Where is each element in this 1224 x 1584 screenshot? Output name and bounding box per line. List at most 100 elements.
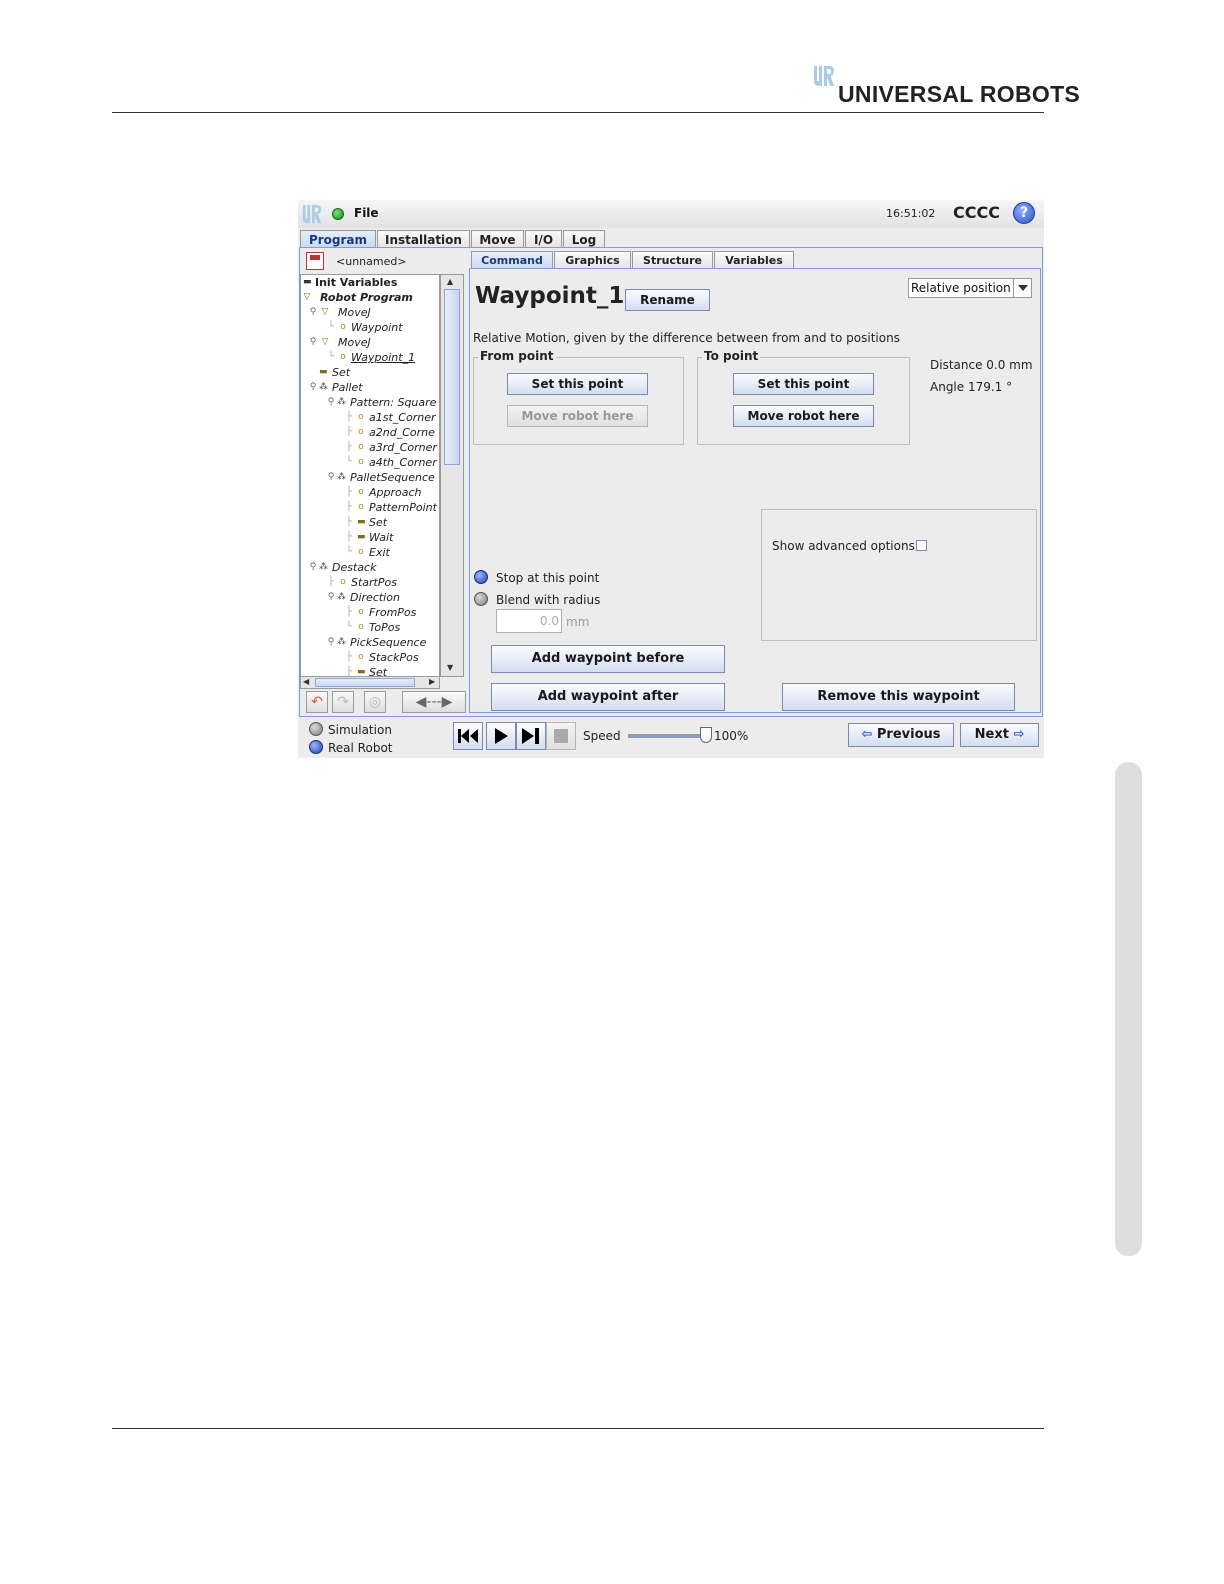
tree-node[interactable]: ├ o a3rd_Corner bbox=[345, 440, 437, 455]
to-move-robot-button[interactable]: Move robot here bbox=[733, 405, 874, 427]
tab-command[interactable]: Command bbox=[471, 251, 553, 269]
tree-node-selected[interactable]: └ o Waypoint_1 bbox=[327, 350, 423, 365]
tree-node[interactable]: ▽ Robot Program bbox=[303, 290, 413, 305]
tree-node[interactable]: ├ o a1st_Corner bbox=[345, 410, 435, 425]
tab-structure[interactable]: Structure bbox=[632, 251, 713, 269]
tree-node[interactable]: ⚲ ⁂ PalletSequence bbox=[327, 470, 435, 485]
tab-move[interactable]: Move bbox=[471, 230, 524, 248]
tree-node[interactable]: ⚲ ▽ MoveJ bbox=[309, 305, 371, 320]
scroll-right-icon[interactable]: ▶ bbox=[429, 677, 435, 686]
position-type-value: Relative position bbox=[911, 281, 1011, 295]
scroll-left-icon[interactable]: ◀ bbox=[303, 677, 309, 686]
add-waypoint-before-button[interactable]: Add waypoint before bbox=[491, 645, 725, 673]
program-tree[interactable]: ▬ Init Variables ▽ Robot Program ⚲ ▽ Mov… bbox=[300, 274, 440, 677]
tree-vertical-scrollbar[interactable]: ▲ ▼ bbox=[440, 274, 464, 677]
advanced-options-checkbox[interactable] bbox=[916, 540, 927, 551]
tree-node[interactable]: ▬ Set bbox=[319, 365, 350, 380]
tree-node[interactable]: ├ o StartPos bbox=[327, 575, 397, 590]
blend-radius-input[interactable]: 0.0 bbox=[496, 609, 562, 633]
tree-node[interactable]: ⚲ ⁂ Destack bbox=[309, 560, 377, 575]
branch-line-icon: ├ bbox=[346, 412, 352, 422]
tree-node[interactable]: └ o ToPos bbox=[345, 620, 400, 635]
waypoint-icon: o bbox=[358, 457, 364, 467]
save-icon[interactable] bbox=[306, 252, 324, 270]
simulation-radio[interactable] bbox=[309, 722, 323, 736]
tree-node[interactable]: ⚲ ▽ MoveJ bbox=[309, 335, 371, 350]
chevron-down-icon[interactable] bbox=[1013, 279, 1031, 297]
branch-line-icon: └ bbox=[346, 547, 352, 557]
tree-node[interactable]: ├ o PatternPoint bbox=[345, 500, 437, 515]
bar-icon: ▬ bbox=[357, 517, 366, 527]
to-set-point-button[interactable]: Set this point bbox=[733, 373, 874, 395]
tree-node[interactable]: ⚲ ⁂ Direction bbox=[327, 590, 400, 605]
advanced-options-box: Show advanced options bbox=[761, 509, 1037, 641]
redo-icon[interactable]: ↷ bbox=[332, 691, 354, 713]
angle-readout: Angle 179.1 ° bbox=[930, 380, 1013, 394]
help-icon[interactable]: ? bbox=[1013, 202, 1035, 224]
to-point-title: To point bbox=[702, 349, 761, 363]
tab-graphics[interactable]: Graphics bbox=[554, 251, 631, 269]
tree-node[interactable]: ⚲ ⁂ Pattern: Square bbox=[327, 395, 437, 410]
tree-node[interactable]: ⚲ ⁂ PickSequence bbox=[327, 635, 427, 650]
tree-node[interactable]: └ o a4th_Corner bbox=[345, 455, 436, 470]
tree-node[interactable]: ├ o Approach bbox=[345, 485, 421, 500]
stop-icon bbox=[554, 729, 568, 743]
file-menu[interactable]: File bbox=[354, 206, 379, 220]
tree-node[interactable]: ├ ▬ Wait bbox=[345, 530, 393, 545]
speed-slider[interactable] bbox=[628, 734, 706, 738]
tree-node[interactable]: ├ ▬ Set bbox=[345, 515, 387, 530]
step-button[interactable] bbox=[516, 722, 546, 750]
stop-button[interactable] bbox=[546, 722, 576, 750]
speed-slider-fill bbox=[629, 735, 705, 737]
tree-node[interactable]: ▬ Init Variables bbox=[303, 275, 397, 290]
simulation-label: Simulation bbox=[328, 723, 392, 737]
to-point-group: To point Set this point Move robot here bbox=[697, 349, 910, 445]
from-move-robot-button[interactable]: Move robot here bbox=[507, 405, 648, 427]
scroll-down-icon[interactable]: ▼ bbox=[447, 663, 453, 672]
waypoint-icon: o bbox=[340, 322, 346, 332]
branch-line-icon: ├ bbox=[346, 427, 352, 437]
tab-log[interactable]: Log bbox=[563, 230, 605, 248]
add-waypoint-after-button[interactable]: Add waypoint after bbox=[491, 683, 725, 711]
scroll-thumb[interactable] bbox=[444, 289, 460, 465]
position-type-select[interactable]: Relative position bbox=[908, 278, 1032, 298]
tab-variables[interactable]: Variables bbox=[714, 251, 794, 269]
tree-node[interactable]: ├ o StackPos bbox=[345, 650, 418, 665]
tab-program[interactable]: Program bbox=[300, 230, 376, 248]
tree-node[interactable]: ⚲ ⁂ Pallet bbox=[309, 380, 363, 395]
tab-io[interactable]: I/O bbox=[525, 230, 562, 248]
scroll-up-icon[interactable]: ▲ bbox=[447, 277, 453, 286]
stop-label: Stop at this point bbox=[496, 571, 600, 585]
play-icon bbox=[495, 728, 508, 744]
next-button[interactable]: Next ⇨ bbox=[960, 723, 1039, 747]
bar-icon: ▬ bbox=[357, 532, 366, 542]
play-button[interactable] bbox=[486, 722, 516, 750]
tree-node[interactable]: ├ o a2nd_Corne bbox=[345, 425, 435, 440]
from-set-point-button[interactable]: Set this point bbox=[507, 373, 648, 395]
pallet-icon: ⁂ bbox=[337, 592, 346, 602]
real-robot-radio[interactable] bbox=[309, 740, 323, 754]
header-rule bbox=[112, 112, 1044, 113]
remove-waypoint-button[interactable]: Remove this waypoint bbox=[782, 683, 1015, 711]
branch-line-icon: ├ bbox=[346, 442, 352, 452]
connector-icon: ⚲ bbox=[327, 592, 335, 602]
suppress-icon[interactable]: ◎ bbox=[364, 691, 386, 713]
stop-radio[interactable] bbox=[474, 570, 488, 584]
rewind-button[interactable] bbox=[453, 722, 483, 750]
tree-horizontal-scrollbar[interactable]: ◀ ▶ bbox=[300, 676, 440, 689]
tree-node[interactable]: └ o Exit bbox=[345, 545, 390, 560]
blend-radio[interactable] bbox=[474, 592, 488, 606]
move-node-icon[interactable]: ◀---▶ bbox=[402, 691, 466, 713]
undo-icon[interactable]: ↶ bbox=[306, 691, 328, 713]
footer-rule bbox=[112, 1428, 1044, 1429]
pallet-icon: ⁂ bbox=[337, 637, 346, 647]
rename-button[interactable]: Rename bbox=[625, 289, 710, 311]
h-scroll-thumb[interactable] bbox=[315, 678, 415, 687]
tree-node[interactable]: └ o Waypoint bbox=[327, 320, 402, 335]
advanced-options-label: Show advanced options bbox=[772, 539, 915, 553]
speed-slider-thumb[interactable] bbox=[700, 727, 712, 743]
tab-installation[interactable]: Installation bbox=[377, 230, 470, 248]
connector-icon: ⚲ bbox=[309, 337, 317, 347]
previous-button[interactable]: ⇦ Previous bbox=[848, 723, 954, 747]
tree-node[interactable]: ├ o FromPos bbox=[345, 605, 416, 620]
